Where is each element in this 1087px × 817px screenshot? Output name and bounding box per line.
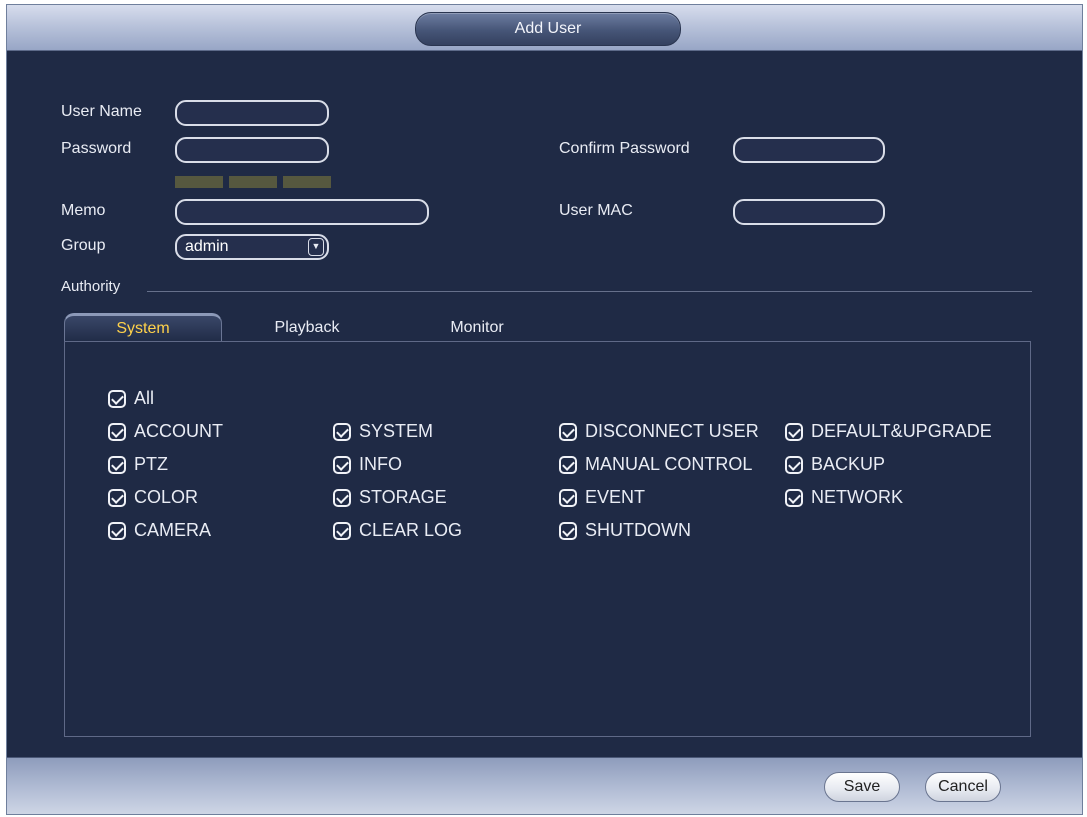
confirm-password-input[interactable] [733, 137, 885, 163]
checkbox-camera[interactable]: CAMERA [108, 520, 211, 541]
dialog-title: Add User [415, 12, 681, 46]
checkbox-checked-icon[interactable] [108, 521, 126, 540]
checkbox-shutdown[interactable]: SHUTDOWN [559, 520, 691, 541]
checkbox-label: INFO [359, 454, 402, 474]
checkbox-checked-icon[interactable] [785, 488, 803, 507]
checkbox-ptz[interactable]: PTZ [108, 454, 168, 475]
cancel-button[interactable]: Cancel [925, 772, 1001, 802]
checkbox-checked-icon[interactable] [108, 488, 126, 507]
checkbox-manual-control[interactable]: MANUAL CONTROL [559, 454, 752, 475]
checkbox-label: BACKUP [811, 454, 886, 474]
checkbox-label: SYSTEM [359, 421, 434, 441]
checkbox-network[interactable]: NETWORK [785, 487, 903, 508]
group-selected-value: admin [185, 238, 229, 255]
checkbox-label: COLOR [134, 487, 199, 507]
strength-segment [229, 176, 277, 188]
checkbox-account[interactable]: ACCOUNT [108, 421, 223, 442]
user-mac-input[interactable] [733, 199, 885, 225]
checkbox-color[interactable]: COLOR [108, 487, 198, 508]
checkbox-label: CLEAR LOG [359, 520, 463, 540]
checkbox-label: MANUAL CONTROL [585, 454, 753, 474]
permissions-panel: All ACCOUNT PTZ COLOR CAMERA SYSTEM INFO… [64, 341, 1031, 737]
authority-divider [147, 291, 1032, 292]
checkbox-checked-icon[interactable] [559, 422, 577, 441]
add-user-dialog: Add User User Name Password Confirm Pass… [6, 4, 1083, 815]
checkbox-checked-icon[interactable] [785, 422, 803, 441]
tab-playback[interactable]: Playback [262, 313, 352, 343]
checkbox-backup[interactable]: BACKUP [785, 454, 885, 475]
user-mac-label: User MAC [559, 202, 633, 219]
checkbox-storage[interactable]: STORAGE [333, 487, 447, 508]
checkbox-checked-icon[interactable] [559, 488, 577, 507]
checkbox-label: STORAGE [359, 487, 447, 507]
checkbox-checked-icon[interactable] [559, 521, 577, 540]
checkbox-disconnect-user[interactable]: DISCONNECT USER [559, 421, 759, 442]
checkbox-clear-log[interactable]: CLEAR LOG [333, 520, 462, 541]
tab-system[interactable]: System [64, 313, 222, 343]
memo-label: Memo [61, 202, 106, 219]
checkbox-checked-icon[interactable] [559, 455, 577, 474]
group-select[interactable]: admin ▼ [175, 234, 329, 260]
checkbox-checked-icon[interactable] [108, 389, 126, 408]
checkbox-all[interactable]: All [108, 388, 154, 409]
checkbox-info[interactable]: INFO [333, 454, 402, 475]
checkbox-label: EVENT [585, 487, 646, 507]
checkbox-label: NETWORK [811, 487, 903, 507]
checkbox-label: All [134, 388, 155, 408]
checkbox-label: CAMERA [134, 520, 212, 540]
checkbox-checked-icon[interactable] [333, 455, 351, 474]
password-label: Password [61, 140, 132, 157]
checkbox-default-upgrade[interactable]: DEFAULT&UPGRADE [785, 421, 992, 442]
strength-segment [283, 176, 331, 188]
checkbox-label: PTZ [134, 454, 168, 474]
password-input[interactable] [175, 137, 329, 163]
title-bar: Add User [7, 5, 1082, 51]
checkbox-checked-icon[interactable] [785, 455, 803, 474]
checkbox-label: ACCOUNT [134, 421, 223, 441]
checkbox-checked-icon[interactable] [333, 521, 351, 540]
main-panel: User Name Password Confirm Password Memo… [7, 51, 1082, 751]
strength-segment [175, 176, 223, 188]
user-name-label: User Name [61, 103, 142, 120]
user-name-input[interactable] [175, 100, 329, 126]
checkbox-label: SHUTDOWN [585, 520, 691, 540]
checkbox-checked-icon[interactable] [333, 422, 351, 441]
save-button[interactable]: Save [824, 772, 900, 802]
dropdown-arrow-icon[interactable]: ▼ [308, 238, 324, 256]
checkbox-event[interactable]: EVENT [559, 487, 645, 508]
checkbox-system[interactable]: SYSTEM [333, 421, 433, 442]
checkbox-label: DEFAULT&UPGRADE [811, 421, 992, 441]
checkbox-checked-icon[interactable] [108, 455, 126, 474]
checkbox-label: DISCONNECT USER [585, 421, 759, 441]
confirm-password-label: Confirm Password [559, 140, 690, 157]
footer-bar: Save Cancel [7, 757, 1082, 814]
memo-input[interactable] [175, 199, 429, 225]
tab-monitor[interactable]: Monitor [432, 313, 522, 343]
checkbox-checked-icon[interactable] [333, 488, 351, 507]
authority-label: Authority [61, 278, 121, 295]
checkbox-checked-icon[interactable] [108, 422, 126, 441]
group-label: Group [61, 237, 106, 254]
